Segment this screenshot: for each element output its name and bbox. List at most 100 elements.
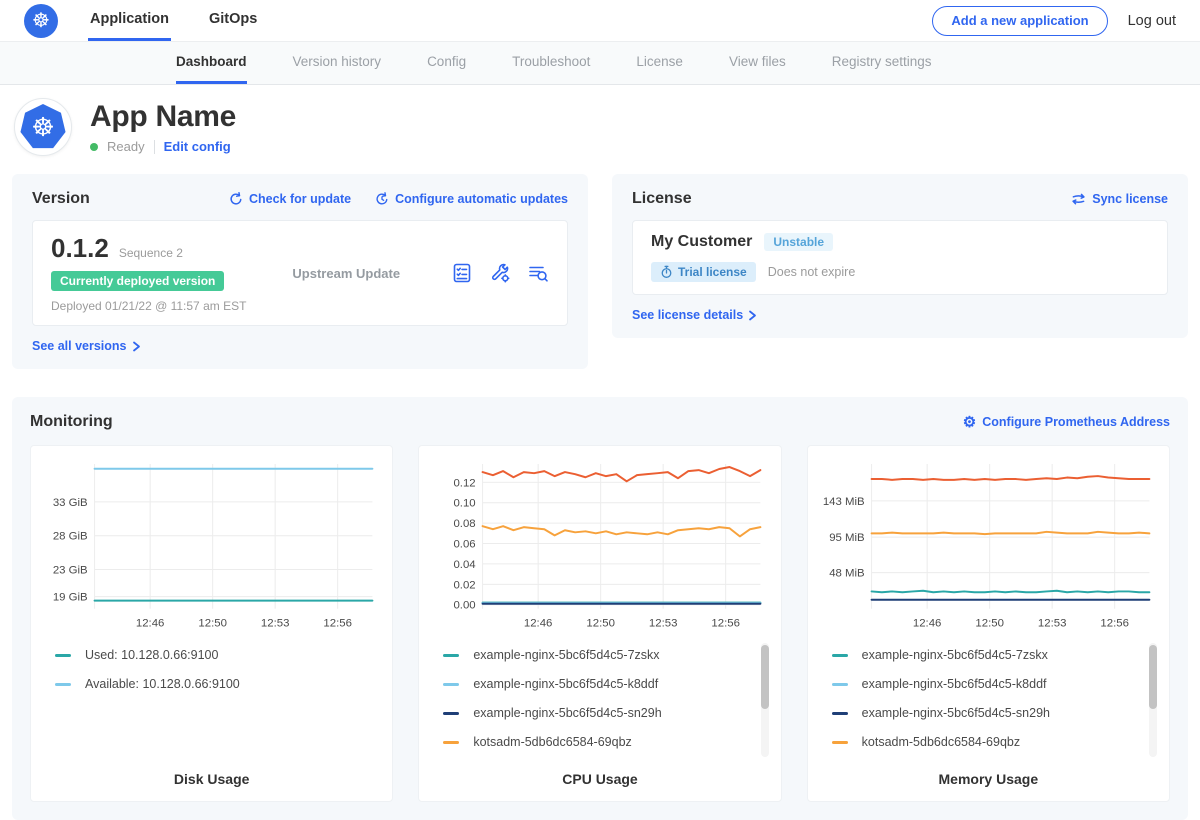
svg-text:12:53: 12:53 xyxy=(1038,618,1067,630)
status-label: Ready xyxy=(107,139,145,154)
page-title: App Name xyxy=(90,100,236,133)
legend-swatch xyxy=(443,683,459,686)
legend-item: Available: 10.128.0.66:9100 xyxy=(55,670,380,699)
sync-arrows-icon xyxy=(1071,192,1086,206)
svg-text:12:50: 12:50 xyxy=(198,618,227,630)
svg-text:0.08: 0.08 xyxy=(454,518,476,530)
svg-text:12:56: 12:56 xyxy=(323,618,352,630)
memory-usage-chart-card: 48 MiB95 MiB143 MiB12:4612:5012:5312:56 … xyxy=(807,445,1170,802)
kubernetes-wheel-icon: ☸ xyxy=(20,104,66,150)
svg-text:12:50: 12:50 xyxy=(975,618,1004,630)
top-nav: ☸ ApplicationGitOps Add a new applicatio… xyxy=(0,0,1200,42)
app-header: ☸ App Name Ready Edit config xyxy=(0,85,1200,168)
version-info: 0.1.2 Sequence 2 Currently deployed vers… xyxy=(51,233,246,313)
upstream-update-label: Upstream Update xyxy=(292,266,451,281)
svg-text:0.02: 0.02 xyxy=(454,579,476,591)
configure-automatic-updates-button[interactable]: Configure automatic updates xyxy=(375,192,568,206)
legend-label: Available: 10.128.0.66:9100 xyxy=(85,677,240,691)
chart-canvas: 48 MiB95 MiB143 MiB12:4612:5012:5312:56 xyxy=(820,458,1157,633)
scrollbar-thumb[interactable] xyxy=(1149,645,1157,709)
topnav-tab-gitops[interactable]: GitOps xyxy=(207,0,259,41)
subnav-tab-version-history[interactable]: Version history xyxy=(293,42,382,84)
license-card-title: License xyxy=(632,190,692,208)
svg-text:0.12: 0.12 xyxy=(454,477,476,489)
svg-text:33 GiB: 33 GiB xyxy=(53,497,88,509)
legend-item: example-nginx-5bc6f5d4c5-7zskx xyxy=(832,641,1157,670)
legend-swatch xyxy=(55,654,71,657)
refresh-icon xyxy=(229,192,243,206)
subnav-tab-registry-settings[interactable]: Registry settings xyxy=(832,42,932,84)
view-logs-icon[interactable] xyxy=(527,262,549,284)
legend-swatch xyxy=(55,683,71,686)
chevron-right-icon xyxy=(748,310,757,321)
legend-label: example-nginx-5bc6f5d4c5-sn29h xyxy=(862,706,1050,720)
svg-text:48 MiB: 48 MiB xyxy=(829,568,864,580)
chart-canvas: 0.000.020.040.060.080.100.1212:4612:5012… xyxy=(431,458,768,633)
disk-usage-chart-card: 19 GiB23 GiB28 GiB33 GiB12:4612:5012:531… xyxy=(30,445,393,802)
deployed-timestamp: Deployed 01/21/22 @ 11:57 am EST xyxy=(51,299,246,313)
trial-license-badge: Trial license xyxy=(651,262,756,282)
chart-legend: example-nginx-5bc6f5d4c5-7zskx example-ng… xyxy=(820,641,1157,761)
logout-button[interactable]: Log out xyxy=(1128,13,1176,29)
svg-text:12:53: 12:53 xyxy=(261,618,290,630)
see-all-versions-link[interactable]: See all versions xyxy=(32,339,568,353)
svg-text:12:53: 12:53 xyxy=(649,618,678,630)
version-card: Version Check for update Configure autom… xyxy=(12,174,588,369)
legend-label: example-nginx-5bc6f5d4c5-7zskx xyxy=(862,648,1048,662)
legend-item: example-nginx-5bc6f5d4c5-7zskx xyxy=(443,641,768,670)
legend-scrollbar[interactable] xyxy=(1149,643,1157,757)
subnav-tab-config[interactable]: Config xyxy=(427,42,466,84)
config-wrench-icon[interactable] xyxy=(489,262,511,284)
legend-item: kotsadm-5db6dc6584-69qbz xyxy=(832,728,1157,757)
legend-swatch xyxy=(832,712,848,715)
app-sub-nav: Dashboard Version history Config Troublesho… xyxy=(0,42,1200,85)
legend-swatch xyxy=(443,741,459,744)
chart-title: Disk Usage xyxy=(43,761,380,787)
legend-item: example-nginx-5bc6f5d4c5-sn29h xyxy=(832,699,1157,728)
gear-icon: ⚙ xyxy=(963,415,976,430)
customer-name: My Customer xyxy=(651,233,752,251)
chart-canvas: 19 GiB23 GiB28 GiB33 GiB12:4612:5012:531… xyxy=(43,458,380,633)
legend-label: example-nginx-5bc6f5d4c5-k8ddf xyxy=(862,677,1047,691)
topnav-tab-application[interactable]: Application xyxy=(88,0,171,41)
svg-text:12:56: 12:56 xyxy=(712,618,741,630)
topnav-tabs: Application GitOps xyxy=(88,0,259,41)
legend-item: example-nginx-5bc6f5d4c5-k8ddf xyxy=(832,670,1157,699)
edit-config-link[interactable]: Edit config xyxy=(164,139,231,154)
legend-label: example-nginx-5bc6f5d4c5-k8ddf xyxy=(473,677,658,691)
legend-item: example-nginx-5bc6f5d4c5-k8ddf xyxy=(443,670,768,699)
license-card: License Sync license My Customer Unstabl… xyxy=(612,174,1188,338)
check-for-update-button[interactable]: Check for update xyxy=(229,192,351,206)
subnav-tab-dashboard[interactable]: Dashboard xyxy=(176,42,247,84)
chart-legend: Used: 10.128.0.66:9100 Available: 10.128.… xyxy=(43,641,380,761)
legend-label: example-nginx-5bc6f5d4c5-sn29h xyxy=(473,706,661,720)
subnav-tab-license[interactable]: License xyxy=(636,42,683,84)
monitoring-title: Monitoring xyxy=(30,413,113,431)
cpu-usage-chart-card: 0.000.020.040.060.080.100.1212:4612:5012… xyxy=(418,445,781,802)
license-expiry: Does not expire xyxy=(768,265,856,279)
configure-prometheus-button[interactable]: ⚙ Configure Prometheus Address xyxy=(963,415,1170,430)
subnav-tab-view-files[interactable]: View files xyxy=(729,42,786,84)
legend-scrollbar[interactable] xyxy=(761,643,769,757)
chart-plot: 0.000.020.040.060.080.100.1212:4612:5012… xyxy=(431,458,768,633)
sync-license-button[interactable]: Sync license xyxy=(1071,192,1168,206)
svg-text:95 MiB: 95 MiB xyxy=(829,532,864,544)
preflight-checks-icon[interactable] xyxy=(451,262,473,284)
version-card-title: Version xyxy=(32,190,90,208)
monitoring-section: Monitoring ⚙ Configure Prometheus Addres… xyxy=(12,397,1188,820)
svg-text:19 GiB: 19 GiB xyxy=(53,592,88,604)
legend-item: example-nginx-5bc6f5d4c5-sn29h xyxy=(443,699,768,728)
chart-plot: 19 GiB23 GiB28 GiB33 GiB12:4612:5012:531… xyxy=(43,458,380,633)
status-dot xyxy=(90,143,98,151)
subnav-tab-troubleshoot[interactable]: Troubleshoot xyxy=(512,42,590,84)
legend-label: kotsadm-5db6dc6584-69qbz xyxy=(473,735,631,749)
topnav-right: Add a new application Log out xyxy=(932,6,1176,36)
legend-label: Used: 10.128.0.66:9100 xyxy=(85,648,218,662)
clock-refresh-icon xyxy=(375,192,389,206)
see-license-details-link[interactable]: See license details xyxy=(632,308,1168,322)
scrollbar-thumb[interactable] xyxy=(761,645,769,709)
version-number: 0.1.2 xyxy=(51,233,109,264)
add-new-application-button[interactable]: Add a new application xyxy=(932,6,1107,36)
charts-row: 19 GiB23 GiB28 GiB33 GiB12:4612:5012:531… xyxy=(30,445,1170,802)
current-version-card: 0.1.2 Sequence 2 Currently deployed vers… xyxy=(32,220,568,326)
